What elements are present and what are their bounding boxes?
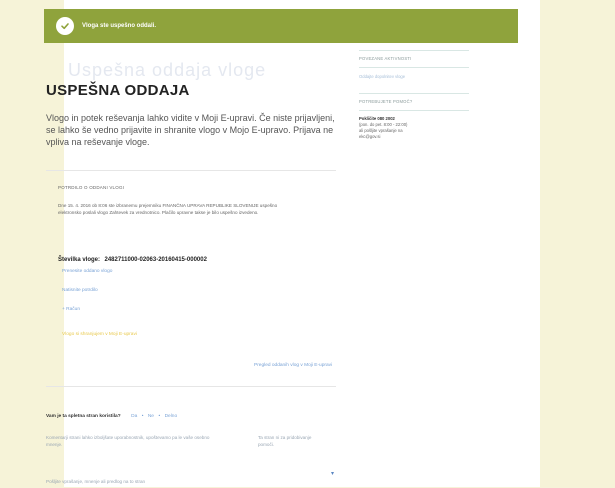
divider (46, 386, 336, 387)
invoice-link[interactable]: + Račun (62, 307, 262, 312)
application-number: Številka vloge: 2482711000-02063-2016041… (58, 248, 207, 266)
feedback-note-left: Komentarji strani lahko izboljšate upora… (46, 435, 210, 447)
page-title: USPEŠNA ODDAJA (46, 82, 190, 99)
feedback-partial[interactable]: Delno (165, 414, 178, 419)
checkmark-icon (56, 17, 74, 35)
chevron-down-icon: ▾ (330, 471, 334, 477)
feedback-section: Vam je ta spletna stran koristila? Da • … (46, 404, 334, 484)
lead-paragraph: Vlogo in potek reševanja lahko vidite v … (46, 113, 335, 147)
help-label: POTREBUJETE POMOČ? (359, 99, 413, 104)
feedback-suggest-row[interactable]: Pošljite vprašanje, mnenje ali predlog n… (46, 470, 338, 488)
feedback-no[interactable]: Ne (148, 414, 154, 419)
help-email-link[interactable]: ekc@gov.si (359, 134, 469, 139)
sidebar: POVEZANE AKTIVNOSTI Oddajte dopolnitev v… (359, 50, 469, 139)
overview-link[interactable]: Pregled oddanih vlog v Moji E-upravi (254, 363, 332, 368)
separator-dot: • (141, 414, 144, 419)
feedback-yes[interactable]: Da (131, 414, 137, 419)
print-confirmation-link[interactable]: Natisnite potrdilo (62, 288, 262, 293)
download-application-link[interactable]: Prenesite oddano vlogo (62, 269, 262, 274)
confirmation-label: POTRDILO O ODDANI VLOGI (58, 185, 125, 190)
divider (359, 50, 469, 51)
divider (359, 110, 469, 111)
divider (359, 67, 469, 68)
application-number-label: Številka vloge: (58, 257, 101, 263)
separator-dot: • (158, 414, 161, 419)
feedback-row: Vam je ta spletna stran koristila? Da • … (46, 404, 177, 422)
divider (46, 170, 336, 171)
feedback-suggest-text: Pošljite vprašanje, mnenje ali predlog n… (46, 479, 146, 484)
related-activities-label: POVEZANE AKTIVNOSTI (359, 56, 412, 61)
feedback-question: Vam je ta spletna stran koristila? (46, 414, 121, 419)
divider (359, 93, 469, 94)
feedback-note-right: Ta stran ni za pridobivanje pomoči. (258, 435, 312, 447)
success-message: Vloga ste uspešno oddali. (82, 23, 157, 29)
submit-supplement-link[interactable]: Oddajte dopolnitev vloge (359, 74, 469, 79)
confirmation-links: Prenesite oddano vlogo Natisnite potrdil… (62, 269, 262, 312)
success-banner: Vloga ste uspešno oddali. (44, 9, 518, 43)
save-application-link[interactable]: Vlogo si shranjujem v Moji E-upravi (62, 332, 137, 337)
application-number-value: 2482711000-02063-20160415-000002 (104, 257, 207, 263)
ghost-heading: Uspešna oddaja vloge (68, 60, 267, 80)
confirmation-text: Dne 15. 4. 2016 ob 8:06 ste izbranemu pr… (58, 203, 278, 215)
